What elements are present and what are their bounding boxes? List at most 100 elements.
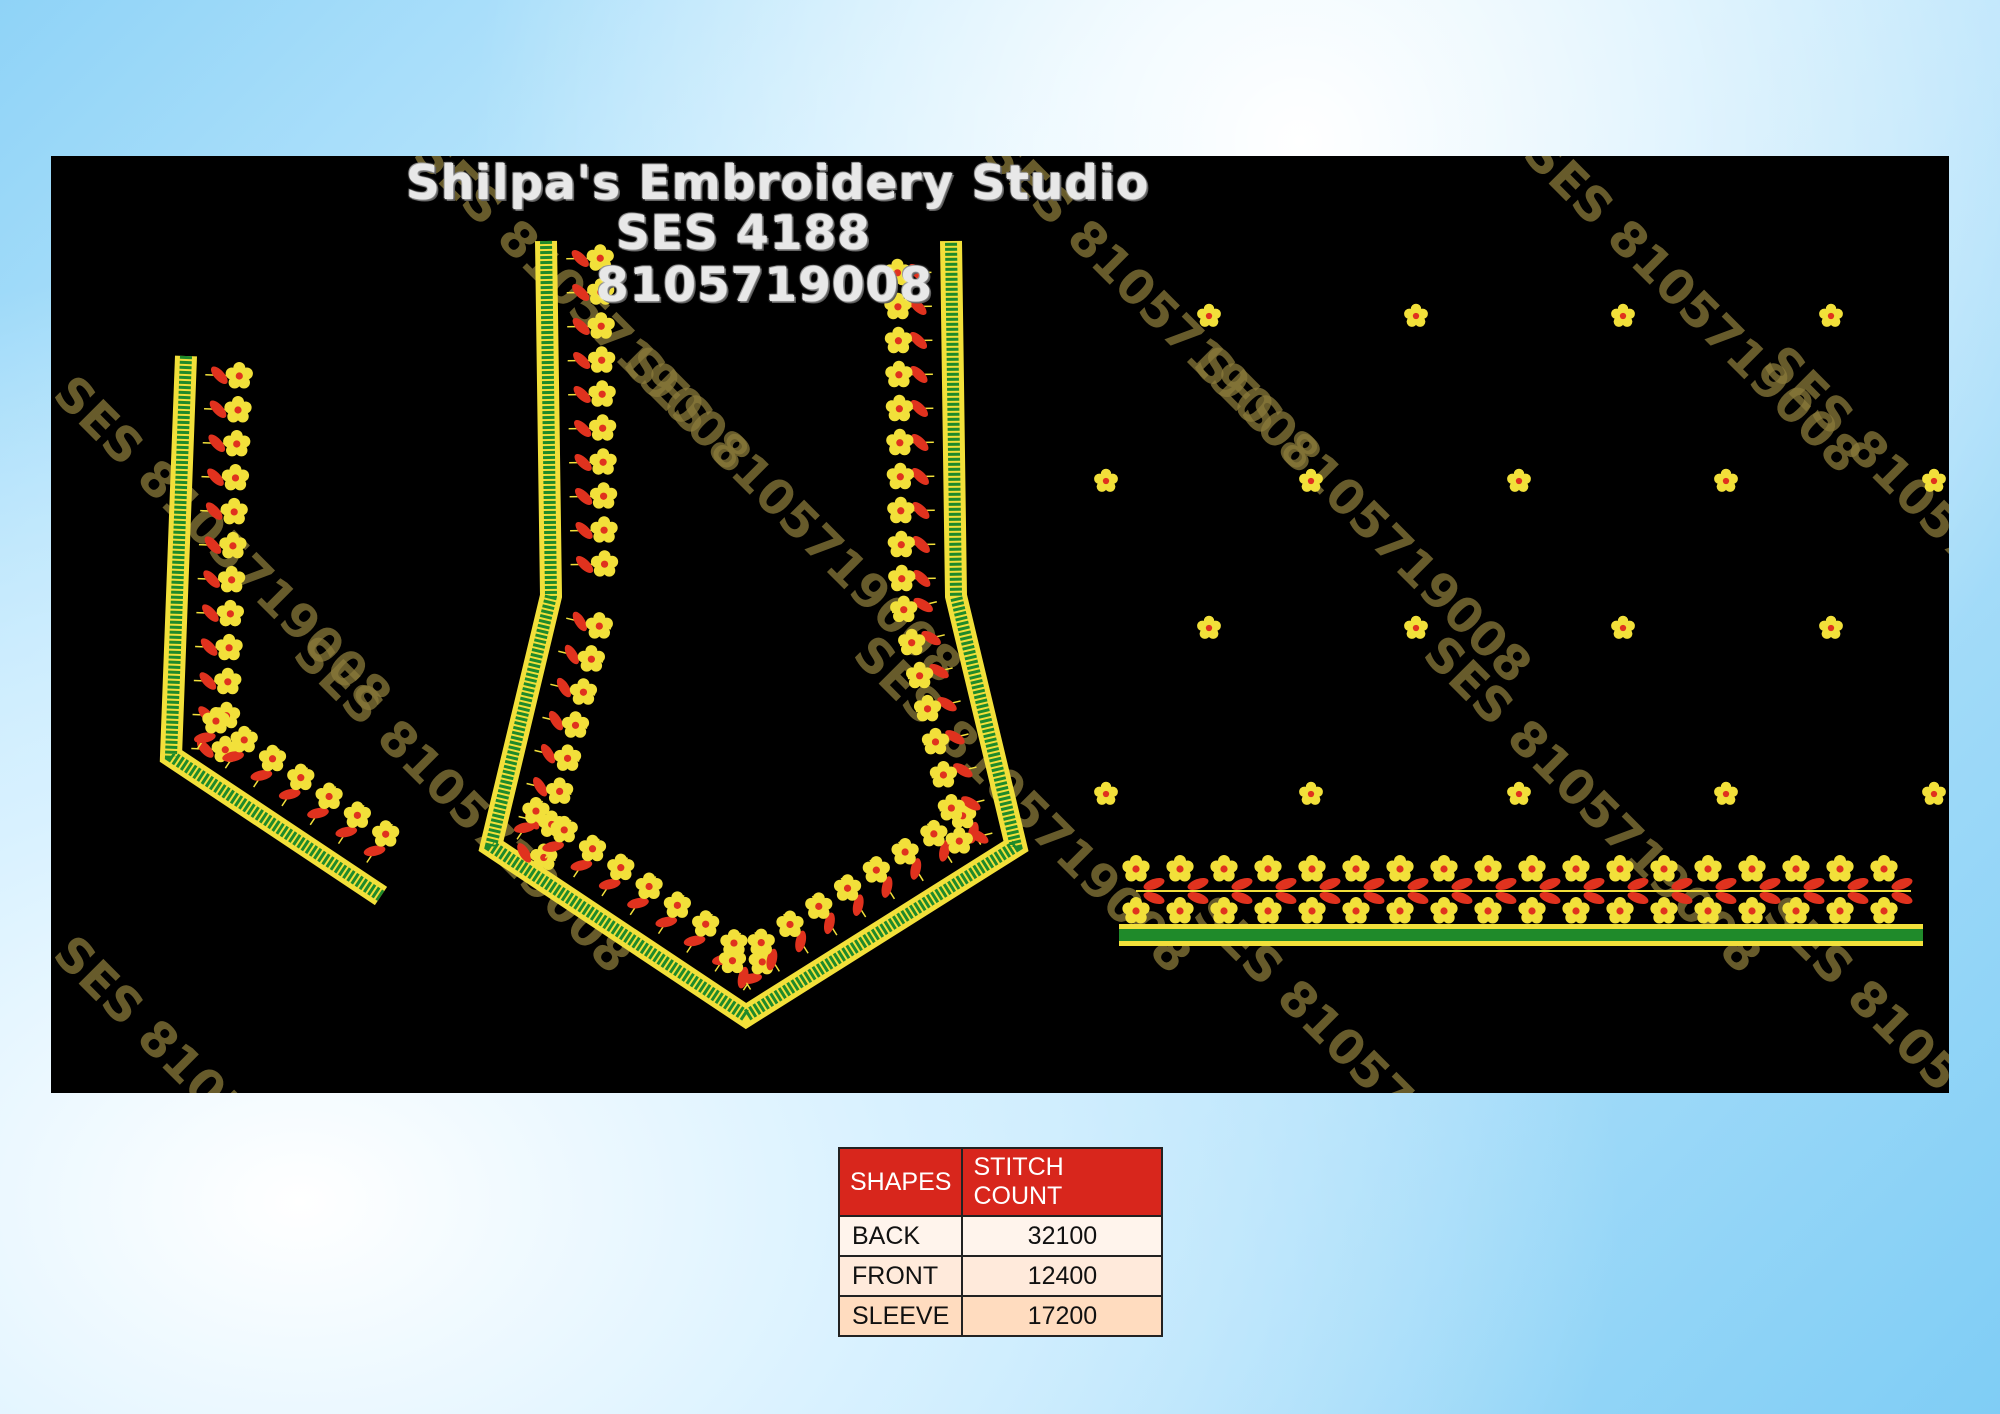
flower-motif (1210, 855, 1238, 882)
flower-motif (1782, 855, 1810, 882)
flower-motif (1430, 897, 1458, 924)
flower-motif (1166, 855, 1194, 882)
watermark-text: SES 8105719008 (1753, 885, 1949, 1093)
flower-motif (1611, 303, 1635, 327)
flower-motif (589, 448, 617, 475)
flower-motif (692, 910, 720, 937)
shape-cell: FRONT (837, 1255, 964, 1297)
flower-motif (343, 801, 371, 828)
studio-name: Shilpa's Embroidery Studio (406, 156, 1150, 211)
flower-motif (1819, 615, 1843, 639)
table-row: FRONT 12400 (837, 1255, 1164, 1297)
flower-motif (1430, 855, 1458, 882)
count-cell: 17200 (961, 1295, 1164, 1337)
flower-motif (216, 599, 244, 627)
flower-motif (372, 820, 400, 847)
flower-motif (884, 326, 913, 354)
flower-motif (220, 497, 248, 525)
flower-motif (1870, 855, 1898, 882)
flower-motif (886, 428, 914, 456)
flower-motif (1870, 897, 1898, 924)
flower-motif (546, 777, 574, 804)
flower-motif (1518, 897, 1546, 924)
flower-motif (553, 744, 582, 771)
flower-motif (1826, 897, 1854, 924)
flower-motif (569, 678, 598, 705)
flower-motif (1094, 781, 1118, 805)
flower-motif (833, 874, 862, 901)
watermark-text: SES 8105719008 (51, 925, 402, 1093)
flower-motif (1819, 303, 1843, 327)
flower-motif (1386, 855, 1414, 882)
flower-motif (663, 891, 691, 918)
flower-motif (1922, 781, 1946, 805)
flower-motif (590, 516, 618, 543)
flower-motif (1122, 855, 1150, 882)
flower-motif (1197, 303, 1221, 327)
flower-motif (224, 395, 252, 423)
flower-motif (920, 819, 948, 847)
flower-motif (315, 782, 343, 809)
flower-motif (1404, 303, 1428, 327)
shapes-header: SHAPES (837, 1147, 964, 1217)
flower-motif (215, 633, 243, 661)
count-cell: 12400 (961, 1255, 1164, 1297)
flower-motif (805, 892, 833, 919)
flower-motif (1474, 897, 1502, 924)
flower-motif (1386, 897, 1414, 924)
flower-motif (522, 797, 550, 824)
flower-motif (937, 794, 965, 821)
flower-motif (1298, 897, 1326, 924)
flower-motif (590, 550, 619, 577)
flower-motif (747, 928, 775, 956)
flower-motif (589, 414, 617, 441)
flower-motif (1404, 615, 1428, 639)
flower-motif (1562, 855, 1590, 882)
flower-motif (635, 872, 663, 899)
design-code: SES 4188 (616, 206, 871, 261)
flower-motif (223, 429, 251, 457)
flower-motif (1714, 781, 1738, 805)
flower-motif (577, 645, 605, 672)
shape-cell: BACK (837, 1215, 964, 1257)
flower-motif (258, 744, 287, 772)
flower-motif (1714, 468, 1738, 492)
stitch-count-table: SHAPES STITCH COUNT BACK 32100 FRONT 124… (837, 1147, 1164, 1337)
flower-motif (1474, 855, 1502, 882)
flower-motif (1342, 897, 1370, 924)
flower-motif (885, 360, 913, 388)
flower-motif (1299, 781, 1323, 805)
flower-motif (225, 362, 253, 389)
shape-cell: SLEEVE (837, 1295, 964, 1337)
flower-motif (585, 612, 613, 639)
flower-motif (1298, 855, 1326, 882)
table-row: BACK 32100 (837, 1215, 1164, 1257)
flower-motif (1342, 855, 1370, 882)
flower-motif (578, 834, 607, 862)
flower-motif (1507, 781, 1531, 805)
flower-motif (776, 910, 804, 937)
flower-motif (862, 856, 890, 883)
flower-motif (1094, 468, 1118, 492)
flower-motif (1518, 855, 1546, 882)
flower-motif (888, 564, 916, 592)
flower-motif (887, 496, 915, 524)
flower-motif (588, 380, 616, 407)
flower-motif (1562, 897, 1590, 924)
watermark-text: SES 8105719008 (1753, 335, 1949, 695)
flower-motif (1606, 897, 1634, 924)
flower-motif (1166, 897, 1194, 924)
table-row: SLEEVE 17200 (837, 1295, 1164, 1337)
flower-motif (230, 725, 258, 753)
flower-motif (1694, 855, 1722, 882)
count-cell: 32100 (961, 1215, 1164, 1257)
flower-motif (1611, 615, 1635, 639)
flower-motif (1738, 897, 1766, 924)
watermark-text: SES 8105719008 (1183, 335, 1543, 695)
flower-motif (887, 530, 915, 558)
flower-motif (589, 482, 618, 509)
flower-motif (1254, 855, 1282, 882)
flower-motif (561, 711, 590, 738)
flower-motif (1507, 468, 1531, 492)
flower-motif (214, 667, 242, 695)
